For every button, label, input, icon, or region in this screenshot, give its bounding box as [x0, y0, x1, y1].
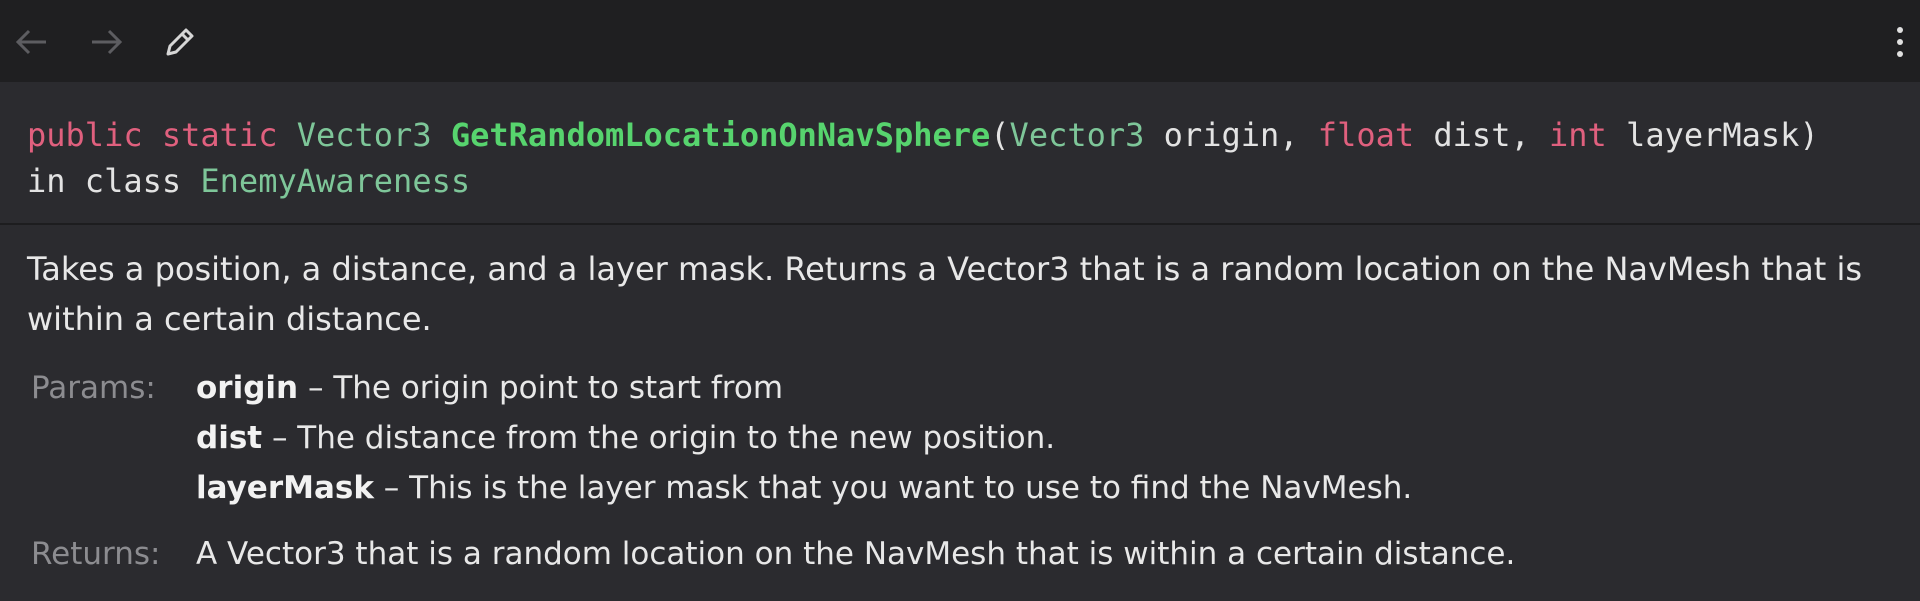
params-label: Params:	[31, 370, 156, 406]
pencil-icon	[162, 24, 198, 60]
param-item-desc: – The origin point to start from	[298, 370, 784, 406]
param-item: origin – The origin point to start from	[196, 363, 783, 413]
method-name: GetRandomLocationOnNavSphere	[450, 116, 991, 154]
param-name-layermask: layerMask)	[1606, 116, 1819, 154]
param-item-desc: – The distance from the origin to the ne…	[262, 420, 1056, 456]
quick-documentation-popup: public static Vector3 GetRandomLocationO…	[0, 0, 1920, 601]
param-item-name: origin	[196, 370, 299, 406]
forward-button[interactable]	[86, 22, 126, 62]
param-item-desc: – This is the layer mask that you want t…	[373, 470, 1413, 506]
return-type: Vector3	[296, 116, 432, 154]
containing-class-link[interactable]: EnemyAwareness	[200, 162, 470, 200]
edit-source-button[interactable]	[160, 22, 200, 62]
doc-toolbar	[0, 0, 1920, 82]
vertical-ellipsis-icon	[1895, 24, 1905, 60]
in-class-prefix: in class	[27, 162, 201, 200]
returns-description: A Vector3 that is a random location on t…	[196, 536, 1516, 572]
param-name-dist: dist,	[1414, 116, 1549, 154]
keyword-public: public	[27, 116, 143, 154]
signature-declaration: public static Vector3 GetRandomLocationO…	[27, 112, 1819, 158]
param-item-name: dist	[196, 420, 263, 456]
param-item: dist – The distance from the origin to t…	[196, 413, 1055, 463]
keyword-static: static	[161, 116, 278, 154]
more-options-button[interactable]	[1880, 22, 1920, 62]
param-type-origin[interactable]: Vector3	[1010, 116, 1145, 154]
open-paren: (	[990, 116, 1010, 154]
method-signature: public static Vector3 GetRandomLocationO…	[0, 82, 1920, 225]
param-type-layermask: int	[1548, 116, 1607, 154]
back-button[interactable]	[12, 22, 52, 62]
param-item: layerMask – This is the layer mask that …	[196, 463, 1412, 513]
param-item-name: layerMask	[196, 470, 374, 506]
arrow-left-icon	[14, 28, 50, 56]
param-type-dist: float	[1317, 116, 1415, 154]
doc-description: Takes a position, a distance, and a laye…	[27, 250, 1863, 338]
arrow-right-icon	[88, 28, 124, 56]
param-name-origin: origin,	[1144, 116, 1318, 154]
containing-class-line: in class EnemyAwareness	[27, 158, 470, 204]
returns-label: Returns:	[31, 536, 161, 572]
